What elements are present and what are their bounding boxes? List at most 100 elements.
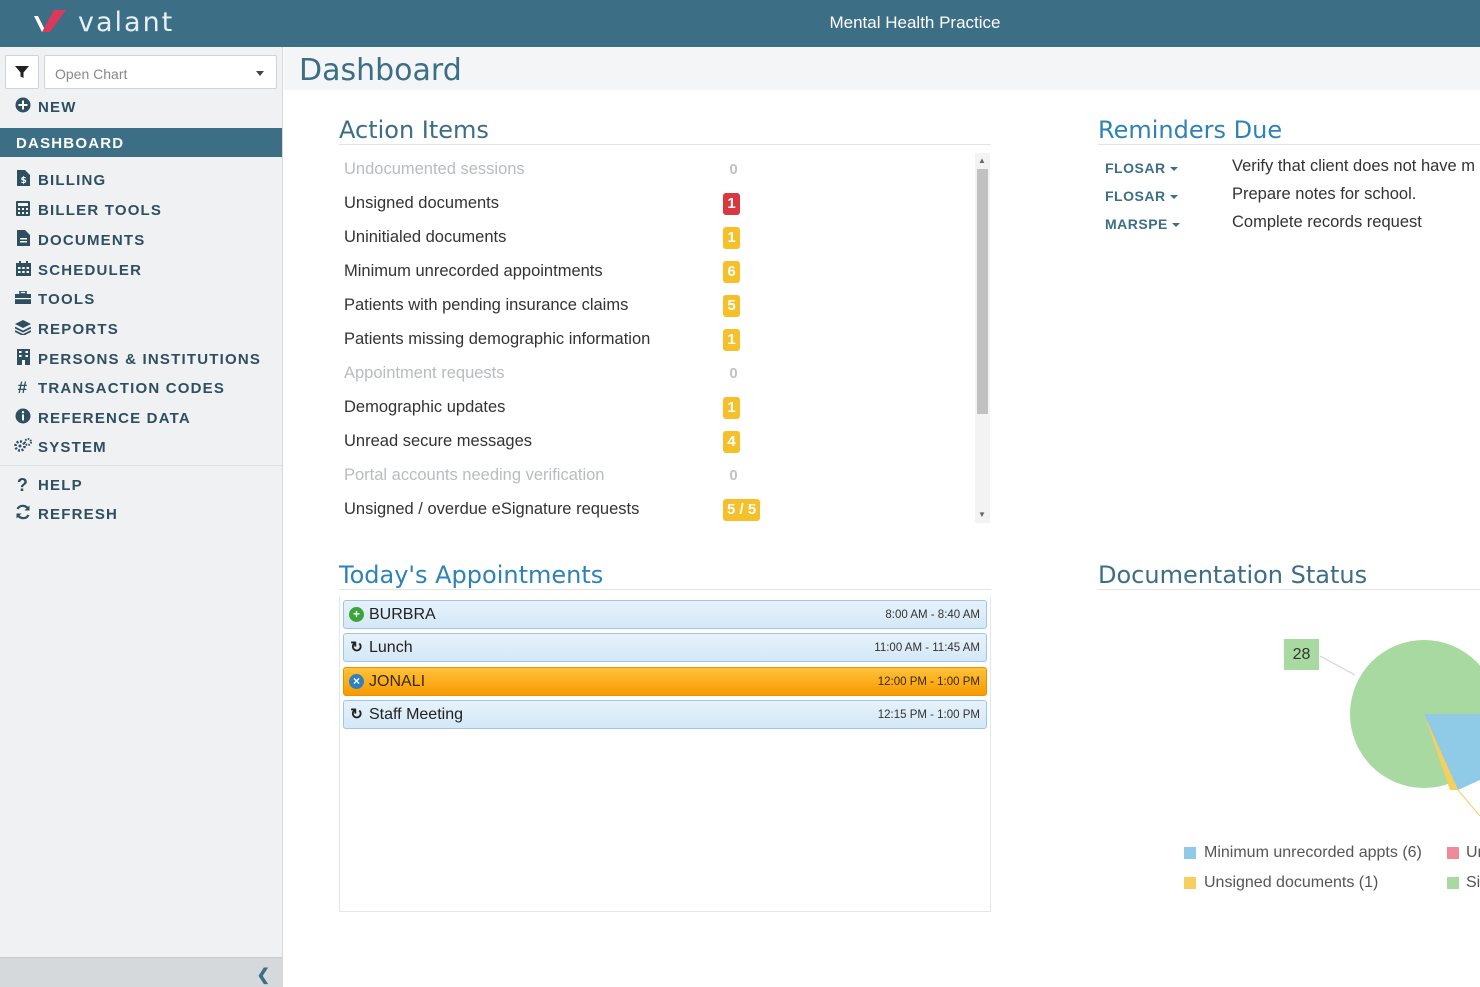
appointment-name: Staff Meeting	[369, 705, 463, 723]
appointment-name: BURBRA	[369, 606, 436, 623]
legend-label[interactable]: Minimum unrecorded appts (6)	[1204, 844, 1422, 862]
info-icon	[14, 408, 32, 428]
sidebar-item-documents[interactable]: DOCUMENTS	[14, 228, 145, 252]
gears-icon	[14, 438, 32, 456]
sidebar-item-dashboard[interactable]: DASHBOARD	[0, 128, 282, 157]
valant-logo[interactable]: valant	[32, 6, 174, 38]
reminder-text[interactable]: Complete records request	[1232, 213, 1422, 232]
action-item-link[interactable]: Demographic updates	[344, 398, 744, 417]
action-items-title: Action Items	[339, 116, 489, 144]
chevron-down-icon	[256, 71, 264, 76]
scrollbar-thumb[interactable]	[977, 169, 988, 414]
appointment-time: 11:00 AM - 11:45 AM	[874, 642, 980, 655]
open-chart-select[interactable]: Open Chart	[44, 55, 277, 89]
sidebar-item-system[interactable]: SYSTEM	[14, 435, 107, 459]
pie-callout-line	[1319, 655, 1356, 676]
appointment-item[interactable]: ↻ Staff Meeting 12:15 PM - 1:00 PM	[343, 699, 987, 729]
reminder-text[interactable]: Prepare notes for school.	[1232, 185, 1416, 204]
sidebar-item-label: BILLER TOOLS	[38, 201, 163, 219]
sidebar-item-transaction-codes[interactable]: # TRANSACTION CODES	[14, 376, 225, 400]
sidebar-item-label: DOCUMENTS	[38, 231, 146, 249]
sidebar-item-label: BILLING	[38, 171, 107, 189]
section-divider	[1098, 144, 1480, 145]
section-divider	[1098, 589, 1480, 590]
legend-label[interactable]: Un	[1466, 844, 1480, 862]
appointment-item[interactable]: × JONALI 12:00 PM - 1:00 PM	[343, 666, 987, 696]
svg-text:$: $	[20, 176, 27, 186]
action-item-link[interactable]: Minimum unrecorded appointments	[344, 262, 744, 281]
reminder-owner-dropdown[interactable]: MARSPE	[1105, 216, 1180, 232]
sidebar-collapse-bar[interactable]: ❮	[0, 957, 282, 987]
reminder-owner-dropdown[interactable]: FLOSAR	[1105, 188, 1178, 204]
open-chart-placeholder: Open Chart	[55, 66, 128, 82]
recurring-icon: ↻	[350, 705, 363, 723]
documentation-status-title: Documentation Status	[1098, 561, 1368, 589]
scroll-down-icon[interactable]: ▼	[978, 510, 986, 519]
appointment-time: 12:15 PM - 1:00 PM	[877, 708, 980, 721]
section-divider	[339, 144, 991, 145]
pie-callout-line	[1457, 789, 1480, 817]
caret-down-icon	[1169, 195, 1178, 200]
appointment-item[interactable]: + BURBRA 8:00 AM - 8:40 AM	[343, 600, 987, 629]
reminder-text[interactable]: Verify that client does not have m	[1232, 157, 1475, 176]
action-item-link[interactable]: Appointment requests	[344, 364, 744, 383]
sidebar-item-biller-tools[interactable]: BILLER TOOLS	[14, 198, 162, 222]
action-item-link[interactable]: Uninitialed documents	[344, 228, 744, 247]
plus-circle-icon: +	[349, 607, 364, 622]
reminder-owner-dropdown[interactable]: FLOSAR	[1105, 160, 1178, 176]
hash-icon: #	[17, 378, 29, 397]
action-item-link[interactable]: Patients missing demographic information	[344, 330, 744, 349]
count-badge: 1	[723, 397, 740, 419]
sidebar-item-persons-institutions[interactable]: PERSONS & INSTITUTIONS	[14, 347, 261, 371]
appointment-time: 12:00 PM - 1:00 PM	[877, 675, 980, 688]
sidebar-item-label: REPORTS	[38, 320, 119, 338]
pie-callout-label: 28	[1284, 639, 1319, 670]
reminders-title: Reminders Due	[1098, 116, 1283, 144]
new-button[interactable]: NEW	[14, 95, 77, 119]
sidebar-item-label: TRANSACTION CODES	[38, 379, 226, 397]
action-item-link[interactable]: Portal accounts needing verification	[344, 466, 744, 485]
sidebar-item-billing[interactable]: $ BILLING	[14, 168, 106, 192]
action-item-link[interactable]: Unsigned documents	[344, 194, 744, 213]
sidebar-item-scheduler[interactable]: SCHEDULER	[14, 258, 142, 282]
action-item-link[interactable]: Unread secure messages	[344, 432, 744, 451]
new-label: NEW	[38, 98, 77, 116]
legend-swatch	[1447, 847, 1459, 859]
count-badge: 1	[723, 329, 740, 351]
action-item-link[interactable]: Patients with pending insurance claims	[344, 296, 744, 315]
reminder-owner: FLOSAR	[1105, 160, 1166, 176]
action-item-link[interactable]: Unsigned / overdue eSignature requests	[344, 500, 744, 519]
sidebar-item-label: TOOLS	[38, 290, 96, 308]
chevron-left-icon[interactable]: ❮	[257, 965, 270, 985]
action-item-link[interactable]: Undocumented sessions	[344, 160, 744, 179]
sidebar-item-label: SCHEDULER	[38, 261, 143, 279]
sidebar-item-reference-data[interactable]: REFERENCE DATA	[14, 406, 191, 430]
help-button[interactable]: ? HELP	[14, 473, 83, 497]
caret-down-icon	[1169, 167, 1178, 172]
legend-label[interactable]: Unsigned documents (1)	[1204, 874, 1378, 892]
filter-button[interactable]	[5, 55, 39, 89]
cancel-circle-icon: ×	[349, 673, 364, 689]
question-icon: ?	[16, 474, 30, 495]
page-header: Dashboard	[284, 47, 1480, 90]
count-badge: 0	[729, 467, 738, 484]
file-dollar-icon: $	[14, 170, 32, 190]
legend-label[interactable]: Si	[1466, 874, 1480, 892]
section-divider	[339, 589, 991, 590]
logo-text: valant	[78, 6, 175, 38]
top-bar: valant Mental Health Practice	[0, 0, 1480, 47]
sidebar-item-label: PERSONS & INSTITUTIONS	[38, 350, 262, 368]
recurring-icon: ↻	[350, 639, 363, 657]
sidebar-item-tools[interactable]: TOOLS	[14, 287, 95, 311]
appointment-item[interactable]: ↻ Lunch 11:00 AM - 11:45 AM	[343, 633, 987, 663]
refresh-button[interactable]: REFRESH	[14, 502, 118, 526]
sidebar-item-reports[interactable]: REPORTS	[14, 317, 119, 341]
caret-down-icon	[1171, 223, 1180, 228]
layers-icon	[14, 319, 32, 339]
sidebar: Open Chart NEW DASHBOARD $ BILLING BILLE…	[0, 47, 283, 987]
calculator-icon	[14, 200, 32, 220]
appointment-time: 8:00 AM - 8:40 AM	[885, 609, 980, 621]
count-badge: 4	[723, 431, 740, 453]
scroll-up-icon[interactable]: ▲	[978, 156, 986, 165]
sidebar-divider	[0, 465, 282, 466]
